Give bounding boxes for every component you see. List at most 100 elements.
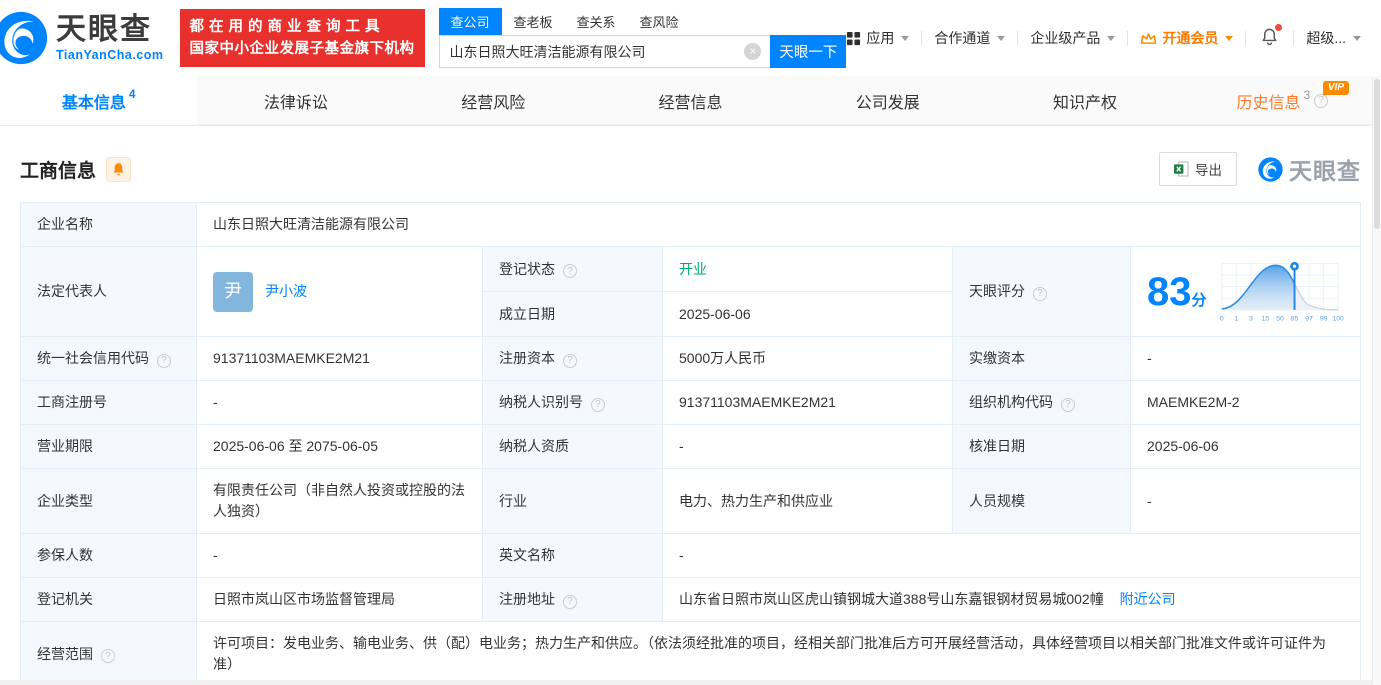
est-date-label: 成立日期: [482, 291, 663, 337]
search-input[interactable]: [438, 35, 771, 68]
search-button[interactable]: 天眼一下: [770, 35, 847, 68]
export-button-label: 导出: [1195, 163, 1222, 178]
tab-basic-info-label: 基本信息: [61, 94, 126, 112]
tab-basic-info[interactable]: 基本信息 4: [0, 76, 198, 125]
svg-text:97: 97: [1305, 316, 1313, 323]
taxpayer-id-value: 91371103MAEMKE2M21: [662, 380, 953, 425]
reg-capital-label-text: 注册资本: [499, 350, 555, 366]
reg-status-value: 开业: [662, 246, 953, 292]
tab-history-info[interactable]: VIP 历史信息 3: [1184, 76, 1381, 125]
approval-date-value: 2025-06-06: [1130, 424, 1361, 469]
table-row: 经营范围 许可项目：发电业务、输电业务、供（配）电业务；热力生产和供应。（依法须…: [20, 621, 1361, 685]
chevron-down-icon: [1107, 35, 1116, 41]
score-cell: 83分 0 1 3 15 50 85 97 99 100: [1130, 246, 1361, 337]
legal-rep-label: 法定代表人: [20, 246, 197, 337]
search-tab-risk[interactable]: 查风险: [628, 8, 691, 35]
tab-operation-risk[interactable]: 经营风险: [395, 76, 592, 125]
avatar[interactable]: 尹: [213, 271, 253, 312]
bell-icon: [113, 163, 124, 176]
table-row: 统一社会信用代码 91371103MAEMKE2M21 注册资本 5000万人民…: [20, 336, 1361, 381]
divider: [1245, 30, 1247, 46]
tab-legal-litigation-label: 法律诉讼: [263, 94, 328, 112]
legal-rep-link[interactable]: 尹小波: [265, 281, 307, 302]
top-menu: 应用 合作通道 企业级产品 开通会员 超级...: [846, 24, 1361, 49]
insured-count-label: 参保人数: [20, 533, 197, 578]
notifications-button[interactable]: [1260, 24, 1283, 49]
crown-icon: [1141, 32, 1157, 44]
brand-watermark: 天眼查: [1257, 152, 1361, 186]
reg-address-value: 山东省日照市岚山区虎山镇钢城大道388号山东嘉银钢材贸易城002幢 附近公司: [662, 577, 1361, 622]
credit-code-value: 91371103MAEMKE2M21: [196, 336, 483, 381]
table-row: 企业类型 有限责任公司（非自然人投资或控股的法人独资） 行业 电力、热力生产和供…: [20, 468, 1361, 534]
apps-grid-icon: [847, 31, 861, 45]
divider: [921, 30, 923, 46]
tab-company-development[interactable]: 公司发展: [789, 76, 986, 125]
menu-super-label: 超级...: [1306, 30, 1346, 46]
svg-text:0: 0: [1220, 316, 1224, 323]
menu-open-member[interactable]: 开通会员: [1140, 28, 1234, 48]
scrollbar-thumb[interactable]: [1374, 79, 1380, 229]
nearby-companies-link[interactable]: 附近公司: [1120, 591, 1176, 607]
table-row: 登记机关 日照市岚山区市场监督管理局 注册地址 山东省日照市岚山区虎山镇钢城大道…: [20, 577, 1361, 622]
notification-dot: [1275, 24, 1283, 31]
help-icon[interactable]: [100, 649, 115, 663]
menu-apps[interactable]: 应用: [846, 28, 910, 48]
company-name-label: 企业名称: [20, 202, 197, 247]
business-term-label: 营业期限: [20, 424, 197, 469]
english-name-label: 英文名称: [482, 533, 663, 578]
chevron-down-icon: [901, 35, 910, 41]
help-icon[interactable]: [156, 353, 171, 368]
search-tab-relation[interactable]: 查关系: [565, 8, 628, 35]
menu-channel[interactable]: 合作通道: [934, 28, 1006, 48]
staff-size-label: 人员规模: [952, 468, 1131, 534]
score-number: 83: [1147, 269, 1192, 314]
menu-channel-label: 合作通道: [934, 30, 991, 46]
score-label-text: 天眼评分: [969, 283, 1025, 299]
search-area: 查公司 查老板 查关系 查风险 天眼一下: [438, 8, 847, 68]
export-button[interactable]: 导出: [1159, 152, 1237, 186]
tab-intellectual-property-label: 知识产权: [1053, 94, 1118, 112]
score-axis-ticks: 0 1 3 15 50 85 97 99 100: [1220, 316, 1344, 323]
help-icon[interactable]: [562, 594, 577, 609]
menu-enterprise-label: 企业级产品: [1030, 30, 1101, 46]
reg-number-label: 工商注册号: [20, 380, 197, 425]
promo-line2: 国家中小企业发展子基金旗下机构: [189, 41, 415, 57]
paid-capital-value: -: [1130, 336, 1361, 381]
legal-rep-cell: 尹 尹小波: [196, 246, 483, 337]
score-value: 83分: [1147, 272, 1207, 312]
help-icon[interactable]: [1060, 397, 1075, 412]
help-icon[interactable]: [590, 397, 605, 412]
table-row: 工商注册号 - 纳税人识别号 91371103MAEMKE2M21 组织机构代码…: [20, 380, 1361, 425]
subscribe-button[interactable]: [106, 156, 132, 182]
scrollbar[interactable]: [1372, 77, 1381, 685]
menu-super-vip[interactable]: 超级...: [1306, 28, 1361, 48]
search-tab-boss[interactable]: 查老板: [502, 8, 565, 35]
chevron-down-icon: [1225, 35, 1234, 41]
help-icon[interactable]: [1314, 93, 1329, 108]
score-unit: 分: [1191, 291, 1207, 309]
table-row: 参保人数 - 英文名称 -: [20, 533, 1361, 578]
help-icon[interactable]: [1032, 286, 1047, 301]
menu-enterprise[interactable]: 企业级产品: [1030, 28, 1116, 48]
promo-banner: 都在用的商业查询工具 国家中小企业发展子基金旗下机构: [179, 8, 425, 68]
chevron-down-icon: [997, 35, 1006, 41]
tab-history-info-label: 历史信息: [1236, 94, 1301, 112]
help-icon[interactable]: [562, 264, 577, 278]
score-label: 天眼评分: [952, 246, 1131, 337]
chevron-down-icon: [1353, 35, 1361, 41]
reg-status-label-text: 登记状态: [499, 260, 555, 277]
tab-history-info-count: 3: [1303, 87, 1311, 102]
help-icon[interactable]: [562, 353, 577, 368]
staff-size-value: -: [1130, 468, 1361, 534]
tab-operation-info[interactable]: 经营信息: [592, 76, 789, 125]
search-tab-company[interactable]: 查公司: [438, 8, 502, 35]
tianyancha-logo[interactable]: 天眼查 TianYanCha.com: [0, 9, 164, 67]
company-nav-tabs: 基本信息 4 法律诉讼 经营风险 经营信息 公司发展 知识产权 VIP 历史信息…: [0, 76, 1381, 126]
reg-authority-value: 日照市岚山区市场监督管理局: [196, 577, 483, 622]
tab-legal-litigation[interactable]: 法律诉讼: [197, 76, 394, 125]
tab-intellectual-property[interactable]: 知识产权: [986, 76, 1183, 125]
taxpayer-quality-value: -: [662, 424, 953, 469]
tab-company-development-label: 公司发展: [855, 94, 920, 112]
approval-date-label: 核准日期: [952, 424, 1131, 469]
score-distribution-chart: 0 1 3 15 50 85 97 99 100: [1220, 261, 1344, 323]
